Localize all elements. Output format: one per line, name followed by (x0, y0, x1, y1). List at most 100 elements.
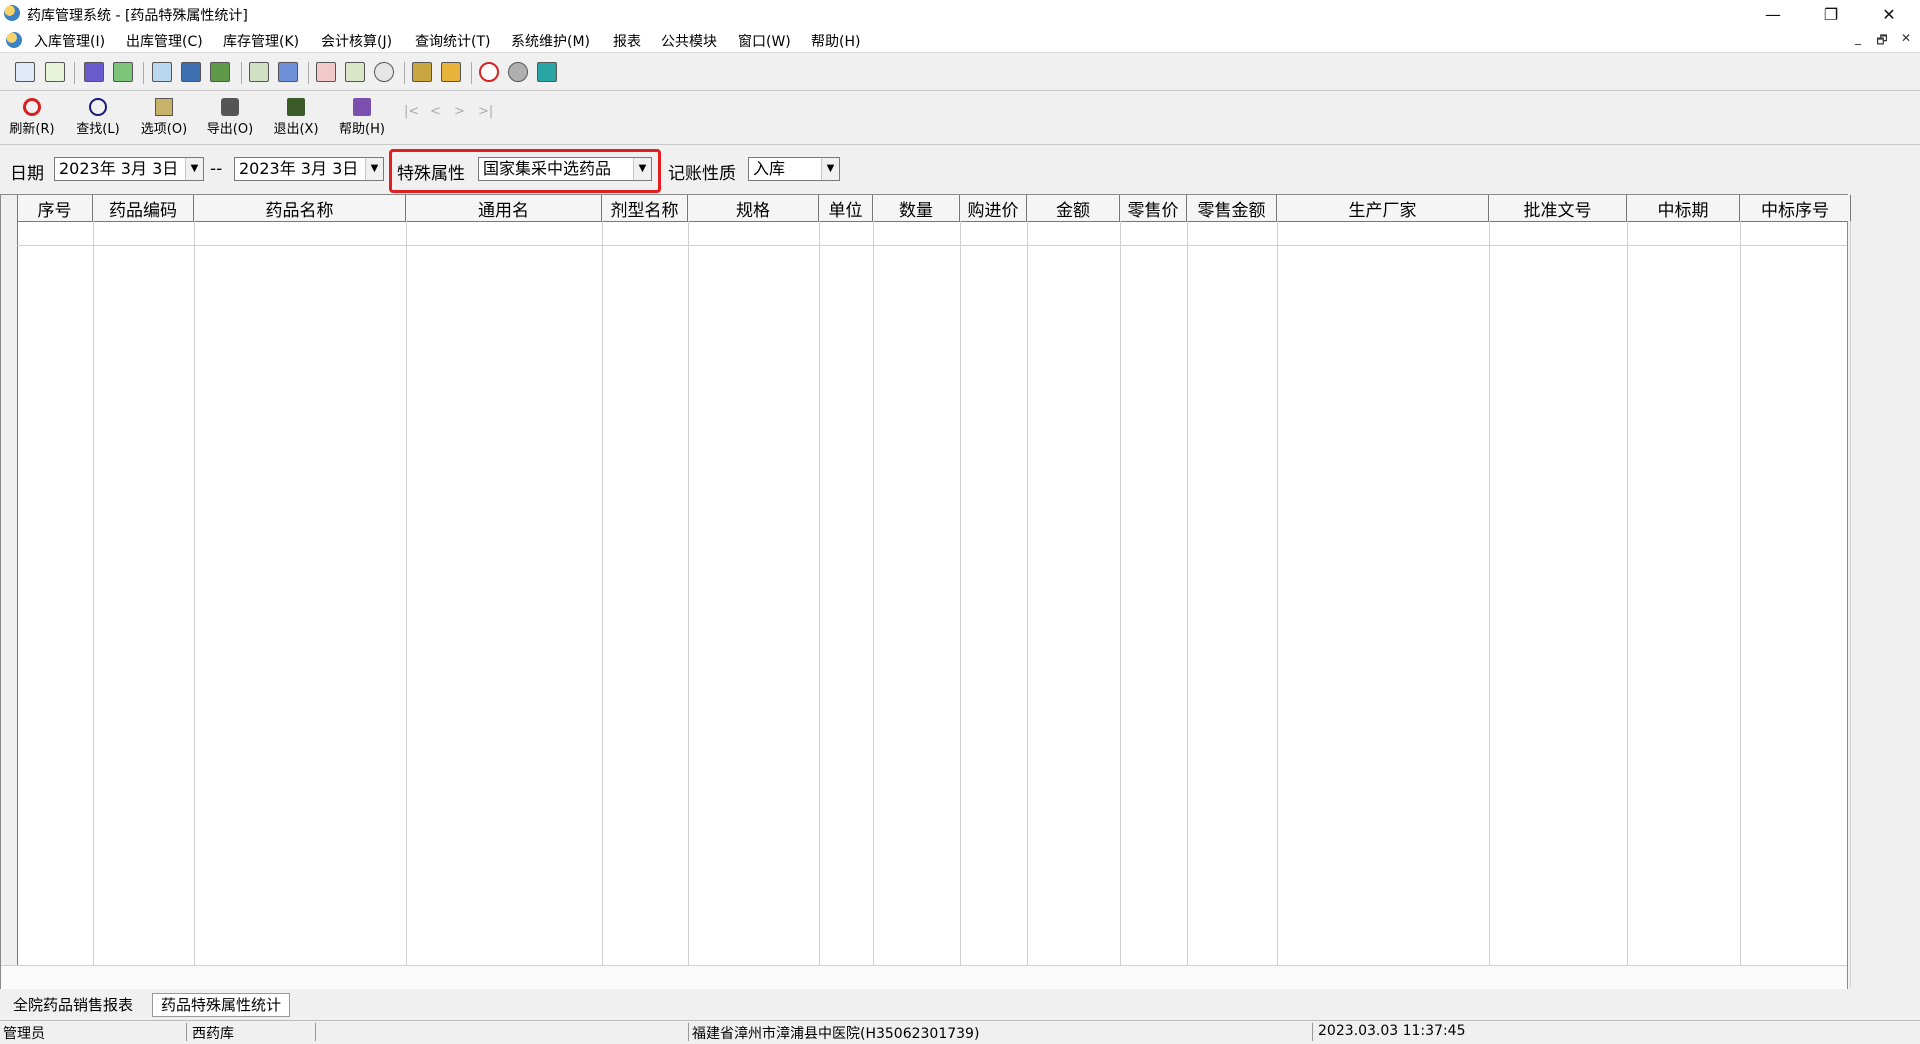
exit-label: 退出(X) (273, 122, 319, 137)
options-button[interactable]: 选项(O) (134, 92, 194, 140)
database-icon[interactable] (412, 62, 432, 82)
menu-help[interactable]: 帮助(H) (811, 31, 860, 51)
col-header-retail-price[interactable]: 零售价 (1120, 195, 1187, 221)
chevron-down-icon[interactable]: ▼ (633, 158, 651, 180)
menu-inbound[interactable]: 入库管理(I) (34, 31, 105, 51)
columns-icon[interactable] (278, 62, 298, 82)
next-record-button[interactable]: > (454, 104, 465, 119)
col-header-quantity[interactable]: 数量 (873, 195, 960, 221)
menu-bar: 入库管理(I) 出库管理(C) 库存管理(K) 会计核算(J) 查询统计(T) … (0, 28, 1920, 53)
key-icon[interactable] (441, 62, 461, 82)
toolbar-separator (143, 62, 144, 84)
first-record-button[interactable]: |< (404, 104, 419, 119)
toolbar-separator (241, 62, 242, 84)
column-divider (1850, 221, 1851, 988)
toolbar-separator (404, 62, 405, 84)
monitor-icon[interactable] (181, 62, 201, 82)
row-indicator-column[interactable] (1, 195, 18, 988)
mdi-minimize-button[interactable]: _ (1848, 31, 1868, 45)
account-type-label: 记账性质 (668, 164, 736, 184)
col-header-index[interactable]: 序号 (17, 195, 93, 221)
col-header-spec[interactable]: 规格 (688, 195, 819, 221)
exit-door-icon (287, 98, 305, 116)
help-button[interactable]: 帮助(H) (332, 92, 392, 140)
help-label: 帮助(H) (339, 122, 385, 137)
col-header-purchase-price[interactable]: 购进价 (960, 195, 1027, 221)
col-header-drug-code[interactable]: 药品编码 (93, 195, 194, 221)
last-record-button[interactable]: >| (478, 104, 493, 119)
menu-window[interactable]: 窗口(W) (738, 31, 791, 51)
exit-button[interactable]: 退出(X) (266, 92, 326, 140)
date-to-picker[interactable]: 2023年 3月 3日 ▼ (234, 157, 384, 181)
column-divider (960, 221, 961, 988)
status-pharmacy: 西药库 (192, 1026, 234, 1042)
col-header-approval-no[interactable]: 批准文号 (1489, 195, 1627, 221)
clipboard-icon[interactable] (152, 62, 172, 82)
date-from-picker[interactable]: 2023年 3月 3日 ▼ (54, 157, 204, 181)
column-divider (602, 221, 603, 988)
calendar-icon[interactable] (316, 62, 336, 82)
tab-hospital-sales-report[interactable]: 全院药品销售报表 (4, 993, 142, 1017)
column-divider (873, 221, 874, 988)
search-button[interactable]: 查找(L) (68, 92, 128, 140)
chevron-down-icon[interactable]: ▼ (185, 158, 203, 180)
help-book-icon (353, 98, 371, 116)
close-button[interactable]: ✕ (1860, 0, 1918, 28)
calculator-icon[interactable] (210, 62, 230, 82)
stop-icon[interactable] (479, 62, 499, 82)
approve-icon[interactable] (113, 62, 133, 82)
menu-outbound[interactable]: 出库管理(C) (126, 31, 203, 51)
data-grid[interactable]: 序号 药品编码 药品名称 通用名 剂型名称 规格 单位 数量 购进价 金额 零售… (0, 194, 1851, 989)
login-icon[interactable] (15, 62, 35, 82)
account-type-value: 入库 (753, 159, 786, 178)
status-bar: 管理员 西药库 福建省漳州市漳浦县中医院(H35062301739) 2023.… (0, 1020, 1920, 1044)
transfer-icon[interactable] (345, 62, 365, 82)
grid-footer-row (1, 965, 1847, 989)
menu-query-stats[interactable]: 查询统计(T) (415, 31, 490, 51)
menu-accounting[interactable]: 会计核算(J) (321, 31, 392, 51)
refresh-button[interactable]: 刷新(R) (2, 92, 62, 140)
menu-inventory[interactable]: 库存管理(K) (223, 31, 299, 51)
col-header-manufacturer[interactable]: 生产厂家 (1277, 195, 1489, 221)
mdi-close-button[interactable]: ✕ (1896, 31, 1916, 45)
document-icon[interactable] (84, 62, 104, 82)
chevron-down-icon[interactable]: ▼ (821, 158, 839, 180)
chevron-down-icon[interactable]: ▼ (365, 158, 383, 180)
inventory-icon[interactable] (249, 62, 269, 82)
toolbar-separator (471, 62, 472, 84)
tab-special-attr-stats[interactable]: 药品特殊属性统计 (152, 993, 291, 1017)
tab-bar: 全院药品销售报表 药品特殊属性统计 (0, 990, 1920, 1018)
status-divider (315, 1023, 316, 1041)
mdi-app-icon[interactable] (6, 32, 22, 48)
printer-icon (221, 98, 239, 116)
column-divider (1740, 221, 1741, 988)
switch-user-icon[interactable] (45, 62, 65, 82)
options-label: 选项(O) (140, 122, 188, 137)
export-button[interactable]: 导出(O) (200, 92, 260, 140)
column-divider (1120, 221, 1121, 988)
col-header-bid-period[interactable]: 中标期 (1627, 195, 1740, 221)
col-header-dosage-form[interactable]: 剂型名称 (602, 195, 688, 221)
col-header-unit[interactable]: 单位 (819, 195, 873, 221)
app-logo-icon (4, 5, 20, 21)
account-type-select[interactable]: 入库 ▼ (748, 157, 840, 181)
col-header-amount[interactable]: 金额 (1027, 195, 1120, 221)
minimize-button[interactable]: — (1744, 0, 1802, 28)
hexagon-icon[interactable] (508, 62, 528, 82)
menu-system[interactable]: 系统维护(M) (511, 31, 590, 51)
table-row[interactable] (17, 221, 1847, 246)
column-divider (406, 221, 407, 988)
col-header-retail-amount[interactable]: 零售金额 (1187, 195, 1277, 221)
restore-button[interactable]: ❐ (1802, 0, 1860, 28)
special-attr-select[interactable]: 国家集采中选药品 ▼ (478, 157, 652, 181)
magnifier-icon[interactable] (374, 62, 394, 82)
close-window-icon[interactable] (537, 62, 557, 82)
special-attr-label: 特殊属性 (397, 164, 465, 184)
prev-record-button[interactable]: < (430, 104, 441, 119)
col-header-drug-name[interactable]: 药品名称 (194, 195, 406, 221)
col-header-generic-name[interactable]: 通用名 (406, 195, 602, 221)
col-header-bid-no[interactable]: 中标序号 (1740, 195, 1851, 221)
mdi-restore-button[interactable]: 🗗 (1872, 31, 1892, 52)
menu-reports[interactable]: 报表 (613, 31, 641, 51)
menu-common[interactable]: 公共模块 (661, 31, 717, 51)
